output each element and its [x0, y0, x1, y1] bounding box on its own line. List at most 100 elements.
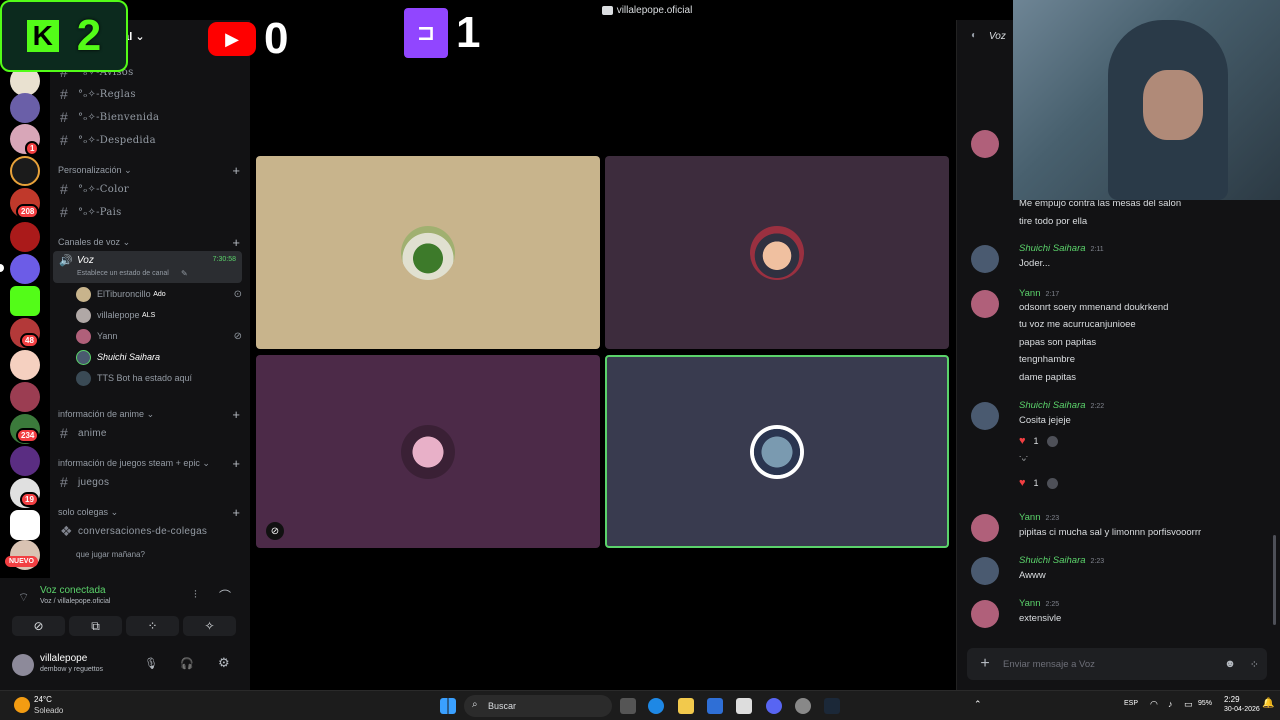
hash-icon: #	[60, 132, 68, 148]
avatar[interactable]	[971, 245, 999, 273]
avatar[interactable]	[971, 290, 999, 318]
store-icon[interactable]	[707, 698, 723, 714]
channel-status[interactable]: Establece un estado de canal	[77, 270, 169, 277]
add-channel-icon[interactable]: +	[232, 163, 240, 178]
weather-icon[interactable]	[14, 697, 30, 713]
avatar[interactable]	[971, 514, 999, 542]
server-icon[interactable]	[10, 446, 40, 476]
plus-icon[interactable]: +	[967, 655, 1003, 673]
chat-message: Shuichi Saihara 2:23 Awww	[967, 555, 1266, 585]
heart-icon[interactable]: ♥	[1019, 477, 1026, 489]
avatar	[76, 349, 91, 365]
voice-user[interactable]: Yann ⊘	[76, 326, 242, 346]
server-icon[interactable]	[10, 156, 40, 186]
channel-conversaciones[interactable]: ❖ conversaciones-de-colegas	[58, 520, 242, 542]
participant-tile[interactable]: ⊘	[256, 355, 600, 548]
chevron-up-icon[interactable]: ⌃	[974, 699, 982, 710]
channel-anime[interactable]: # anime	[58, 422, 242, 444]
sound-bars-icon[interactable]: ⫶	[194, 589, 197, 602]
active-indicator	[0, 264, 4, 272]
kick-icon: K	[26, 20, 59, 52]
avatar	[750, 424, 804, 479]
add-reaction-icon[interactable]	[1046, 435, 1058, 447]
avatar[interactable]	[971, 600, 999, 628]
category-voz[interactable]: Canales de voz ⌄ +	[58, 234, 240, 250]
server-icon[interactable]	[10, 350, 40, 380]
category-personalizacion[interactable]: Personalización ⌄ +	[58, 162, 240, 178]
chat-message: Shuichi Saihara 2:11 Joder...	[967, 243, 1266, 273]
app-icon[interactable]	[736, 698, 752, 714]
file-explorer-icon[interactable]	[678, 698, 694, 714]
search-box[interactable]: ⌕ Buscar	[464, 695, 612, 717]
apps-icon[interactable]: ⁘	[1250, 658, 1259, 671]
voice-user[interactable]: ElTiburoncillo Ado ⊙	[76, 284, 242, 304]
camera-off-button[interactable]: ⊘	[12, 616, 65, 636]
category-anime[interactable]: información de anime ⌄ +	[58, 406, 240, 422]
avatar[interactable]	[971, 130, 999, 158]
avatar[interactable]	[971, 402, 999, 430]
mute-icon: ⊘	[233, 330, 242, 342]
custom-status: dembow y reguettos	[40, 666, 104, 673]
headphones-icon[interactable]: 🎧	[180, 657, 194, 670]
soundboard-button[interactable]: ✧	[183, 616, 236, 636]
add-channel-icon[interactable]: +	[232, 456, 240, 471]
server-icon[interactable]	[10, 254, 40, 284]
kick-server-icon[interactable]	[10, 286, 40, 316]
wifi-icon[interactable]: ◠	[1150, 699, 1158, 710]
channel-color[interactable]: # °ₒ✧-Color	[58, 178, 242, 200]
start-icon[interactable]	[440, 698, 456, 714]
gear-icon[interactable]: ⚙	[218, 655, 230, 671]
avatar[interactable]	[971, 557, 999, 585]
channel-reglas[interactable]: # °ₒ✧-Reglas	[58, 83, 242, 105]
discord-taskbar-icon[interactable]	[766, 698, 782, 714]
chat-message: Yann 2:25 extensivle	[967, 598, 1266, 628]
channel-list: cial ⌄ #°ₒ✧-Avisos #°ₒ✧-Reglas #°ₒ✧-Bien…	[50, 20, 250, 580]
microphone-icon[interactable]: 🎙	[144, 657, 158, 670]
server-icon[interactable]	[10, 382, 40, 412]
participant-tile[interactable]	[256, 156, 600, 349]
channel-juegos[interactable]: # juegos	[58, 471, 242, 493]
channel-pais[interactable]: # °ₒ✧-Pais	[58, 201, 242, 223]
avatar	[76, 370, 91, 386]
voice-user[interactable]: TTS Bot ha estado aquí	[76, 368, 242, 388]
task-view-icon[interactable]	[620, 698, 636, 714]
voice-user[interactable]: villalepope ALS	[76, 305, 242, 325]
soundboard-icon: ✧	[204, 619, 215, 633]
obs-icon[interactable]	[795, 698, 811, 714]
thread-item[interactable]: que jugar mañana?	[58, 543, 242, 565]
heart-icon[interactable]: ♥	[1019, 435, 1026, 447]
scrollbar[interactable]	[1273, 535, 1276, 625]
emoji-icon[interactable]: ☻	[1224, 658, 1236, 670]
server-icon[interactable]	[10, 222, 40, 252]
category-juegos[interactable]: información de juegos steam + epic ⌄ +	[58, 455, 240, 471]
add-channel-icon[interactable]: +	[232, 407, 240, 422]
participant-tile[interactable]	[605, 156, 949, 349]
voice-user[interactable]: Shuichi Saihara	[76, 347, 242, 367]
avatar[interactable]	[12, 654, 34, 676]
activities-button[interactable]: ⁘	[126, 616, 179, 636]
category-solo-colegas[interactable]: solo colegas ⌄ +	[58, 504, 240, 520]
volume-icon[interactable]: ♪	[1168, 699, 1173, 709]
screen-share-button[interactable]: ⧉	[69, 616, 122, 636]
server-icon[interactable]	[10, 93, 40, 123]
add-channel-icon[interactable]: +	[232, 235, 240, 250]
discord-icon	[601, 5, 613, 15]
channel-bienvenida[interactable]: # °ₒ✧-Bienvenida	[58, 106, 242, 128]
edit-icon[interactable]: ✎	[181, 269, 188, 278]
edge-icon[interactable]	[648, 698, 664, 714]
voice-status: Voz conectada	[40, 585, 106, 596]
voice-channel-voz[interactable]: 🔊 Voz 7:30:58 Establece un estado de can…	[53, 251, 242, 283]
battery-icon[interactable]: ▭	[1184, 699, 1193, 710]
avatar	[76, 307, 91, 323]
message-input[interactable]: + Enviar mensaje a Voz ☻ ⁘	[967, 648, 1267, 680]
steam-icon[interactable]	[824, 698, 840, 714]
server-icon[interactable]	[10, 510, 40, 540]
disconnect-icon[interactable]: ⌒	[219, 587, 231, 604]
add-reaction-icon[interactable]	[1046, 477, 1058, 489]
add-channel-icon[interactable]: +	[232, 505, 240, 520]
participant-tile-speaking[interactable]	[605, 355, 949, 548]
channel-despedida[interactable]: # °ₒ✧-Despedida	[58, 129, 242, 151]
chevron-down-icon: ⌄	[146, 408, 155, 419]
voice-location[interactable]: Voz / villalepope.oficial	[40, 598, 110, 605]
notification-icon[interactable]: 🔔	[1262, 698, 1274, 709]
